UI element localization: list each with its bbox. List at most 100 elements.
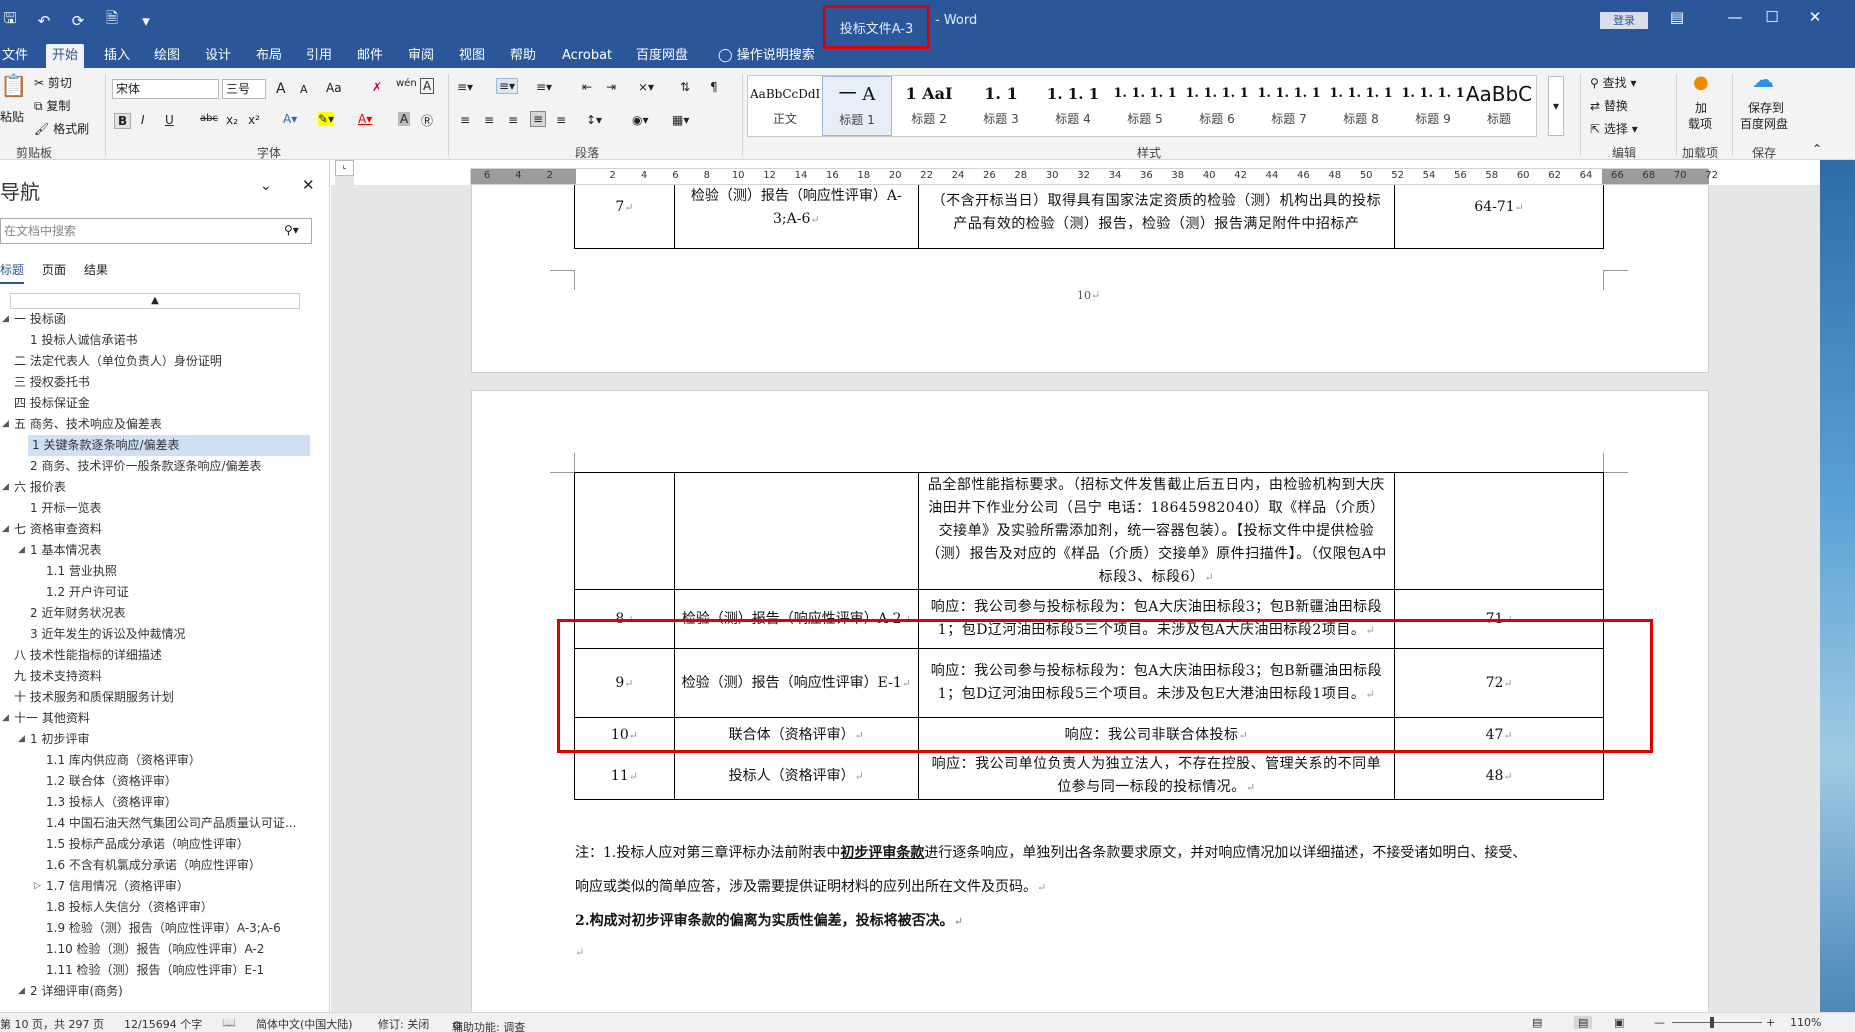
numbering-icon[interactable]: ≡▾ <box>496 78 519 94</box>
change-case-button[interactable]: Aa <box>326 81 342 95</box>
align-right-icon[interactable]: ≡ <box>508 113 518 127</box>
redo-icon[interactable]: ⟳ <box>68 12 88 30</box>
strikethrough-button[interactable]: abc <box>200 113 218 124</box>
style-normal[interactable]: AaBbCcDdI 正文 <box>750 76 820 136</box>
tab-acrobat[interactable]: Acrobat <box>556 44 618 68</box>
highlight-icon[interactable]: ✎▾ <box>318 112 335 126</box>
expand-caret-icon[interactable]: ◢ <box>2 414 9 435</box>
nav-heading-item[interactable]: 八 技术性能指标的详细描述 <box>0 645 312 666</box>
italic-button[interactable]: I <box>141 113 145 127</box>
bullets-icon[interactable]: ≡▾ <box>457 80 473 94</box>
shrink-font-icon[interactable]: A <box>300 83 308 96</box>
search-icon[interactable]: ⚲▾ <box>284 223 299 237</box>
nav-heading-item[interactable]: 1 开标一览表 <box>0 498 312 519</box>
undo-icon[interactable]: ↶ <box>34 12 54 30</box>
focus-mode-icon[interactable]: ▤ <box>1532 1016 1542 1029</box>
chinese-layout-icon[interactable]: ⨯▾ <box>638 80 654 94</box>
nav-heading-item[interactable]: ▷ 1.7 信用情况（资格评审） <box>0 876 312 897</box>
tab-help[interactable]: 帮助 <box>504 44 542 68</box>
ribbon-display-icon[interactable]: ▤ <box>1662 8 1692 26</box>
tab-draw[interactable]: 绘图 <box>148 44 186 68</box>
zoom-out-icon[interactable]: — <box>1654 1016 1665 1029</box>
nav-heading-item[interactable]: 1.1 营业执照 <box>0 561 312 582</box>
nav-options-icon[interactable]: ⌄ <box>260 178 272 194</box>
addin-line2[interactable]: 载项 <box>1688 115 1712 132</box>
replace-button[interactable]: ⇄ 替换 <box>1590 97 1628 114</box>
copy-button[interactable]: ⧉ 复制 <box>34 97 70 114</box>
pinyin-guide-button[interactable]: wén <box>396 78 417 89</box>
select-button[interactable]: ⇱ 选择 ▾ <box>1590 120 1638 137</box>
nav-heading-item[interactable]: 1 关键条款逐条响应/偏差表 <box>28 435 310 456</box>
style-heading-3[interactable]: 1. 1 标题 3 <box>966 76 1036 136</box>
new-doc-icon[interactable]: 🗎 <box>102 8 122 33</box>
nav-heading-item[interactable]: ◢ 六 报价表 <box>0 477 312 498</box>
proofing-icon[interactable]: 📖 <box>222 1016 236 1029</box>
tab-baidu-netdisk[interactable]: 百度网盘 <box>630 44 694 68</box>
expand-caret-icon[interactable]: ◢ <box>2 309 9 330</box>
nav-heading-item[interactable]: 1.5 投标产品成分承诺（响应性评审） <box>0 834 312 855</box>
nav-heading-item[interactable]: ◢ 五 商务、技术响应及偏差表 <box>0 414 312 435</box>
expand-caret-icon[interactable]: ◢ <box>2 477 9 498</box>
multilevel-list-icon[interactable]: ≡▾ <box>536 80 552 94</box>
font-color-icon[interactable]: A▾ <box>358 112 372 126</box>
nav-collapse-all[interactable]: ▲ <box>10 293 300 309</box>
nav-heading-item[interactable]: 1.3 投标人（资格评审） <box>0 792 312 813</box>
minimize-icon[interactable]: — <box>1720 8 1750 26</box>
line-spacing-icon[interactable]: ↕▾ <box>586 113 602 127</box>
nav-heading-item[interactable]: 2 近年财务状况表 <box>0 603 312 624</box>
align-center-icon[interactable]: ≡ <box>484 113 494 127</box>
show-marks-icon[interactable]: ¶ <box>710 80 718 94</box>
increase-indent-icon[interactable]: ⇥ <box>606 80 616 94</box>
nav-heading-item[interactable]: 2 商务、技术评价一般条款逐条响应/偏差表 <box>0 456 312 477</box>
style-title[interactable]: AaBbC 标题 <box>1464 76 1534 136</box>
nav-heading-item[interactable]: 1 投标人诚信承诺书 <box>0 330 312 351</box>
expand-caret-icon[interactable]: ◢ <box>2 708 9 729</box>
nav-heading-item[interactable]: 九 技术支持资料 <box>0 666 312 687</box>
tab-layout[interactable]: 布局 <box>250 44 288 68</box>
tell-me-search[interactable]: ◯ 操作说明搜索 <box>712 44 821 68</box>
tab-design[interactable]: 设计 <box>199 44 237 68</box>
save-baidu-line2[interactable]: 百度网盘 <box>1740 115 1788 132</box>
cut-button[interactable]: ✂ 剪切 <box>34 74 72 91</box>
zoom-in-icon[interactable]: + <box>1766 1016 1775 1029</box>
baidu-cloud-icon[interactable]: ☁ <box>1752 68 1774 93</box>
nav-heading-item[interactable]: ◢ 七 资格审查资料 <box>0 519 312 540</box>
save-baidu-line1[interactable]: 保存到 <box>1748 99 1784 116</box>
web-layout-icon[interactable]: ▣ <box>1614 1016 1624 1029</box>
justify-icon[interactable]: ≡ <box>530 111 547 127</box>
nav-heading-item[interactable]: ◢ 1 基本情况表 <box>0 540 312 561</box>
zoom-level[interactable]: 110% <box>1790 1016 1821 1029</box>
expand-caret-icon[interactable]: ◢ <box>18 981 25 1002</box>
underline-button[interactable]: U <box>165 113 174 127</box>
print-layout-icon[interactable]: ▤ <box>1574 1016 1593 1029</box>
style-heading-5[interactable]: 1. 1. 1. 1 标题 5 <box>1110 76 1180 136</box>
nav-tab-pages[interactable]: 页面 <box>42 261 66 284</box>
tab-view[interactable]: 视图 <box>453 44 491 68</box>
font-size-select[interactable]: 三号 <box>222 79 266 99</box>
style-heading-7[interactable]: 1. 1. 1. 1 标题 7 <box>1254 76 1324 136</box>
nav-heading-item[interactable]: 三 授权委托书 <box>0 372 312 393</box>
zoom-slider[interactable] <box>1672 1022 1762 1023</box>
expand-caret-icon[interactable]: ◢ <box>2 519 9 540</box>
nav-heading-item[interactable]: 1.1 库内供应商（资格评审） <box>0 750 312 771</box>
nav-close-icon[interactable]: ✕ <box>302 176 315 194</box>
tab-selector[interactable]: ⌞ <box>335 160 354 176</box>
style-heading-8[interactable]: 1. 1. 1. 1 标题 8 <box>1326 76 1396 136</box>
bold-button[interactable]: B <box>114 113 132 129</box>
format-painter-button[interactable]: 🖌 格式刷 <box>34 120 89 137</box>
login-button[interactable]: 登录 <box>1600 12 1648 29</box>
text-effects-icon[interactable]: A▾ <box>283 112 297 126</box>
paste-icon[interactable]: 📋 <box>0 74 27 99</box>
nav-heading-item[interactable]: 1.4 中国石油天然气集团公司产品质量认可证... <box>0 813 312 834</box>
style-heading-6[interactable]: 1. 1. 1. 1 标题 6 <box>1182 76 1252 136</box>
char-border-icon[interactable]: A <box>420 78 435 94</box>
style-heading-1[interactable]: 一 A 标题 1 <box>822 76 892 136</box>
nav-tab-headings[interactable]: 标题 <box>0 261 25 284</box>
tab-mailings[interactable]: 邮件 <box>351 44 389 68</box>
align-left-icon[interactable]: ≡ <box>460 113 470 127</box>
tab-review[interactable]: 审阅 <box>402 44 440 68</box>
nav-tab-results[interactable]: 结果 <box>84 261 108 284</box>
nav-heading-item[interactable]: 1.6 不含有机氯成分承诺（响应性评审） <box>0 855 312 876</box>
nav-heading-item[interactable]: 1.10 检验（测）报告（响应性评审）A-2 <box>0 939 312 960</box>
nav-heading-item[interactable]: 1.2 联合体（资格评审） <box>0 771 312 792</box>
